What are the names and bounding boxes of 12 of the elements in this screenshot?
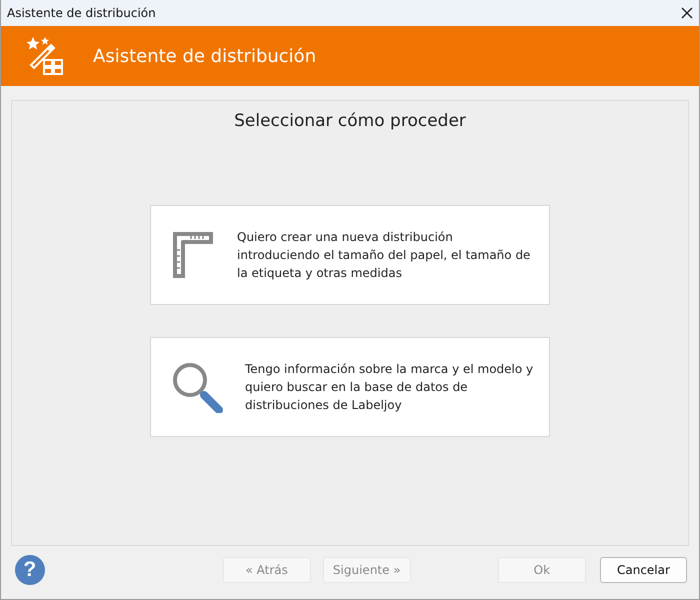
close-icon[interactable]: [681, 7, 693, 19]
search-icon: [171, 361, 223, 413]
header-title: Asistente de distribución: [93, 46, 316, 66]
option-text: Quiero crear una nueva distribución introduciendo el tamaño del papel, el tamaño de la etiqueta y otras medidas: [237, 229, 532, 282]
option-text: Tengo información sobre la marca y el modelo y quiero buscar en la base de datos de distribuciones de Labeljoy: [245, 361, 534, 414]
page-heading: Seleccionar cómo proceder: [234, 111, 466, 131]
ruler-icon: [171, 230, 215, 280]
option-card[interactable]: Tengo información sobre la marca y el modelo y quiero buscar en la base de datos de distribuciones de Labeljoy: [150, 337, 550, 437]
dialog-button[interactable]: Cancelar: [600, 557, 688, 583]
help-button[interactable]: ?: [15, 555, 45, 585]
option-card[interactable]: Quiero crear una nueva distribución introduciendo el tamaño del papel, el tamaño de la etiqueta y otras medidas: [150, 205, 550, 305]
window-title: Asistente de distribución: [7, 6, 156, 20]
